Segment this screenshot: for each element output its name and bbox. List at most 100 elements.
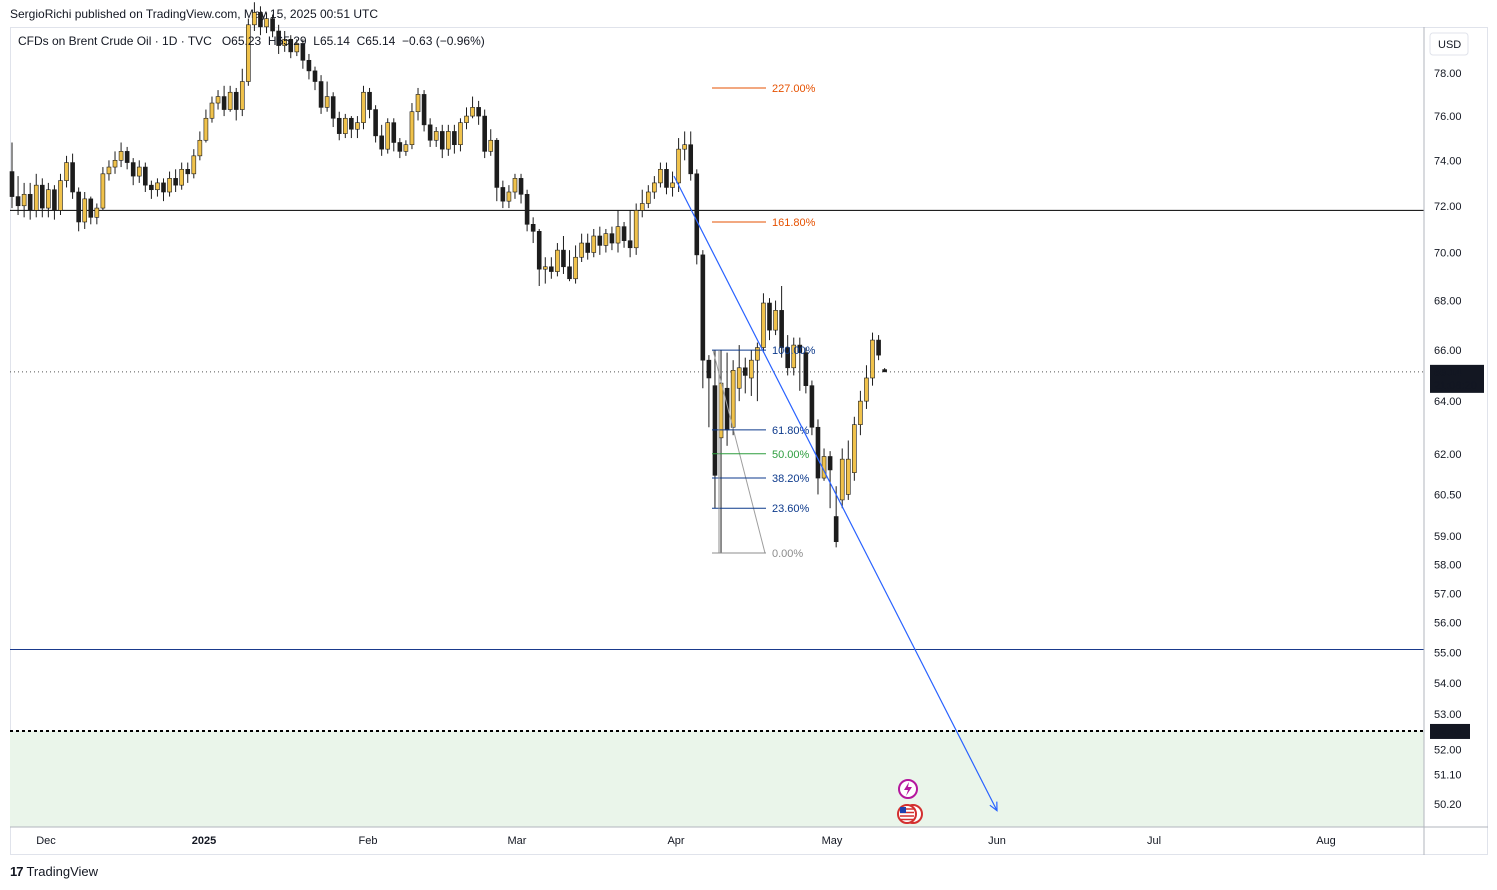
candle[interactable] — [15, 176, 21, 216]
candle[interactable] — [215, 90, 221, 110]
candle[interactable] — [391, 118, 397, 152]
candle[interactable] — [155, 178, 160, 197]
candle[interactable] — [264, 12, 269, 34]
candle[interactable] — [82, 192, 88, 229]
candle[interactable] — [258, 6, 263, 36]
candle[interactable] — [446, 124, 451, 156]
candle[interactable] — [530, 217, 536, 244]
candle[interactable] — [567, 250, 572, 282]
candle[interactable] — [167, 171, 172, 197]
candle[interactable] — [494, 138, 500, 202]
candle[interactable] — [773, 300, 778, 336]
candle[interactable] — [555, 243, 560, 277]
candle[interactable] — [561, 235, 566, 274]
candle[interactable] — [312, 66, 318, 91]
candle[interactable] — [239, 68, 245, 117]
candle[interactable] — [591, 228, 597, 258]
candle[interactable] — [488, 129, 494, 156]
candle[interactable] — [633, 203, 639, 255]
candle[interactable] — [318, 75, 324, 114]
candle[interactable] — [64, 155, 69, 188]
candle[interactable] — [209, 96, 215, 123]
candle[interactable] — [506, 185, 512, 209]
candle[interactable] — [542, 257, 548, 284]
candle[interactable] — [130, 158, 136, 186]
candle[interactable] — [852, 416, 857, 481]
candle[interactable] — [664, 162, 669, 195]
candlestick-chart[interactable]: 227.00%161.80%100.00%61.80%50.00%38.20%2… — [0, 0, 1497, 890]
candle[interactable] — [639, 189, 645, 218]
candle[interactable] — [433, 127, 439, 147]
candle[interactable] — [706, 355, 712, 428]
candle[interactable] — [70, 153, 75, 199]
candle[interactable] — [500, 180, 506, 209]
candle[interactable] — [464, 107, 469, 130]
us-flag-event-icon[interactable] — [897, 804, 923, 824]
candle[interactable] — [409, 103, 415, 150]
candle[interactable] — [536, 228, 542, 287]
candle[interactable] — [427, 118, 433, 147]
candle[interactable] — [118, 142, 124, 168]
candle[interactable] — [809, 380, 815, 436]
candle[interactable] — [524, 189, 530, 232]
candle[interactable] — [476, 100, 481, 125]
candle[interactable] — [373, 105, 378, 143]
candle[interactable] — [342, 113, 348, 139]
candle[interactable] — [252, 2, 257, 32]
candle[interactable] — [482, 109, 487, 159]
trend-arrow-line[interactable] — [673, 175, 998, 811]
candle[interactable] — [549, 257, 554, 279]
candle[interactable] — [221, 85, 227, 117]
candle[interactable] — [518, 173, 524, 204]
candle[interactable] — [161, 178, 166, 202]
candle[interactable] — [324, 81, 330, 112]
candle[interactable] — [645, 185, 651, 209]
candle[interactable] — [512, 173, 518, 199]
candle[interactable] — [712, 350, 718, 509]
candle[interactable] — [88, 196, 94, 225]
candle[interactable] — [27, 182, 33, 220]
candle[interactable] — [421, 90, 427, 132]
candle[interactable] — [742, 357, 748, 394]
candle[interactable] — [749, 350, 754, 396]
candle[interactable] — [233, 87, 239, 121]
candle[interactable] — [615, 210, 621, 253]
candle[interactable] — [179, 162, 184, 190]
candle[interactable] — [688, 131, 694, 181]
candle[interactable] — [597, 226, 603, 255]
candle[interactable] — [336, 111, 342, 141]
candle[interactable] — [621, 221, 627, 248]
lightning-event-icon[interactable] — [898, 779, 918, 799]
candle[interactable] — [761, 293, 766, 353]
candle[interactable] — [609, 226, 615, 251]
candle[interactable] — [367, 87, 372, 119]
candle[interactable] — [858, 390, 863, 436]
candle[interactable] — [197, 131, 203, 161]
candle[interactable] — [864, 365, 869, 409]
candle[interactable] — [136, 160, 142, 183]
candle[interactable] — [876, 335, 881, 361]
candle[interactable] — [397, 138, 403, 159]
candle[interactable] — [658, 162, 663, 188]
footer-brand[interactable]: 17 TradingView — [10, 864, 98, 879]
candle[interactable] — [700, 250, 706, 389]
candle[interactable] — [9, 142, 15, 209]
candle[interactable] — [46, 182, 51, 218]
candle[interactable] — [246, 18, 251, 86]
candle[interactable] — [379, 124, 384, 156]
candle[interactable] — [882, 368, 887, 373]
candle[interactable] — [385, 118, 391, 154]
candle[interactable] — [330, 92, 336, 128]
candle[interactable] — [736, 345, 742, 402]
candle[interactable] — [355, 116, 360, 139]
candle[interactable] — [106, 160, 112, 181]
candle[interactable] — [452, 124, 457, 154]
candle[interactable] — [821, 448, 827, 481]
candle[interactable] — [652, 176, 657, 199]
candle[interactable] — [306, 53, 312, 80]
candle[interactable] — [585, 233, 591, 260]
candle[interactable] — [191, 149, 197, 179]
candle[interactable] — [439, 124, 445, 159]
candle[interactable] — [767, 298, 772, 341]
candle[interactable] — [415, 87, 421, 121]
